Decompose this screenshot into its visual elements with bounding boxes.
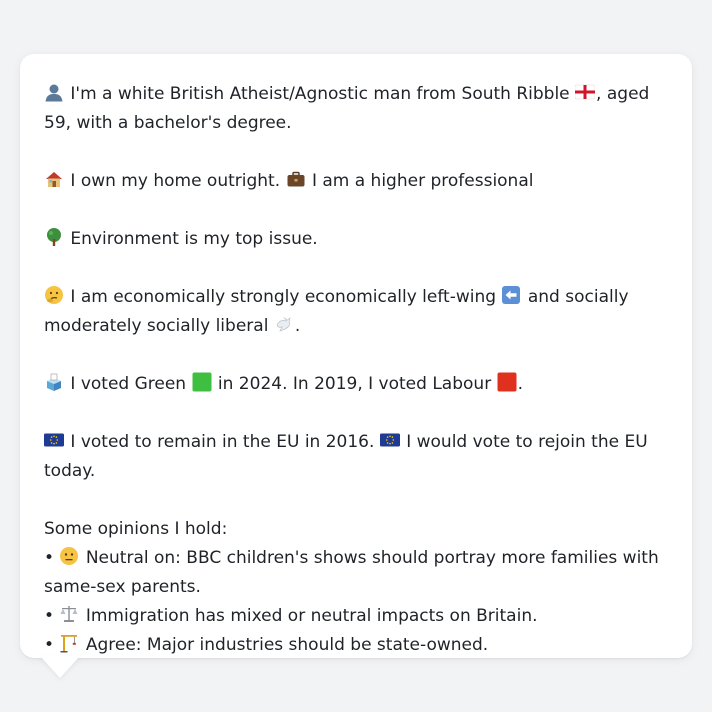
eu-2016-text: I voted to remain in the EU in 2016.: [70, 432, 375, 452]
thinking-face-icon: [45, 286, 63, 304]
ballot-box-icon: [47, 373, 61, 391]
bullet-marker: •: [44, 606, 55, 626]
economic-text: I am economically strongly economically …: [70, 287, 497, 307]
ideology-paragraph: I am economically strongly economically …: [44, 283, 668, 341]
opinion-item: • Neutral on: BBC children's shows shoul…: [44, 544, 668, 602]
home-paragraph: I own my home outright. I am a higher pr…: [44, 167, 668, 196]
opinion-item: • Immigration has mixed or neutral impac…: [44, 602, 668, 631]
house-icon: [46, 172, 62, 187]
message-bubble-tail: [40, 656, 80, 678]
person-silhouette-icon: [45, 84, 63, 102]
left-arrow-icon: [502, 286, 521, 304]
voting-paragraph: I voted Green in 2024. In 2019, I voted …: [44, 370, 668, 399]
bullet-marker: •: [44, 548, 55, 568]
vote-2019-text: in 2024. In 2019, I voted Labour: [217, 374, 492, 394]
green-square-icon: [192, 372, 211, 392]
eu-flag-icon: [44, 433, 64, 447]
issue-paragraph: Environment is my top issue.: [44, 225, 668, 254]
briefcase-icon: [287, 171, 305, 187]
neutral-face-icon: [60, 547, 79, 565]
profile-text: I'm a white British Atheist/Agnostic man…: [70, 84, 570, 104]
opinion-item: • Agree: Major industries should be stat…: [44, 631, 668, 660]
voting-end: .: [517, 374, 523, 394]
opinions-heading: Some opinions I hold:: [44, 519, 228, 539]
england-flag-icon: [575, 84, 596, 100]
chat-message-bubble: I'm a white British Atheist/Agnostic man…: [20, 54, 692, 658]
dove-icon: [276, 317, 291, 332]
occupation-text: I am a higher professional: [311, 171, 534, 191]
eu-paragraph: I voted to remain in the EU in 2016. I w…: [44, 428, 668, 486]
construction-crane-icon: [60, 635, 78, 653]
profile-paragraph: I'm a white British Atheist/Agnostic man…: [44, 80, 668, 138]
eu-flag-icon: [379, 433, 400, 447]
ideology-end: .: [294, 316, 301, 336]
opinion-text: Neutral on: BBC children's shows should …: [44, 548, 659, 597]
vote-2024-text: I voted Green: [70, 374, 187, 394]
bullet-marker: •: [44, 635, 55, 655]
home-text: I own my home outright.: [70, 171, 281, 191]
issue-text: Environment is my top issue.: [70, 229, 318, 249]
opinion-text: Agree: Major industries should be state-…: [85, 635, 489, 655]
red-square-icon: [497, 372, 517, 392]
scales-icon: [60, 606, 78, 622]
opinion-text: Immigration has mixed or neutral impacts…: [85, 606, 538, 626]
tree-icon: [47, 228, 61, 246]
